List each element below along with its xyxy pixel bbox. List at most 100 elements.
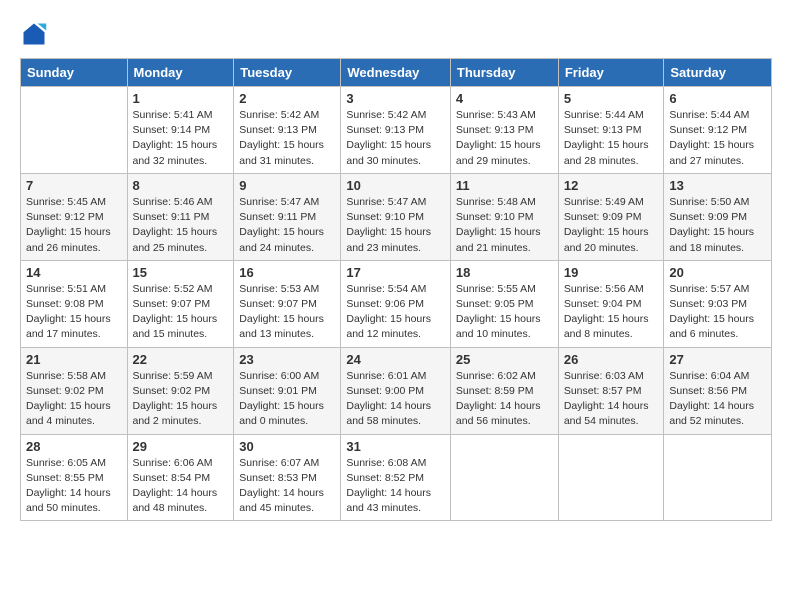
day-number: 15 <box>133 265 229 280</box>
day-number: 18 <box>456 265 553 280</box>
day-cell: 23 Sunrise: 6:00 AMSunset: 9:01 PMDayligh… <box>234 347 341 434</box>
day-number: 10 <box>346 178 445 193</box>
day-info: Sunrise: 5:47 AMSunset: 9:11 PMDaylight:… <box>239 195 335 256</box>
day-cell: 13 Sunrise: 5:50 AMSunset: 9:09 PMDayligh… <box>664 173 772 260</box>
day-cell: 28 Sunrise: 6:05 AMSunset: 8:55 PMDayligh… <box>21 434 128 521</box>
day-cell: 6Sunrise: 5:44 AMSunset: 9:12 PMDaylight… <box>664 87 772 174</box>
day-cell: 24Sunrise: 6:01 AMSunset: 9:00 PMDayligh… <box>341 347 451 434</box>
day-number: 25 <box>456 352 553 367</box>
calendar-header: SundayMondayTuesdayWednesdayThursdayFrid… <box>21 59 772 87</box>
day-info: Sunrise: 5:51 AMSunset: 9:08 PMDaylight:… <box>26 282 122 343</box>
day-cell: 27 Sunrise: 6:04 AMSunset: 8:56 PMDayligh… <box>664 347 772 434</box>
day-number: 2 <box>239 91 335 106</box>
day-info: Sunrise: 5:41 AMSunset: 9:14 PMDaylight:… <box>133 108 229 169</box>
day-cell: 11 Sunrise: 5:48 AMSunset: 9:10 PMDayligh… <box>450 173 558 260</box>
day-number: 11 <box>456 178 553 193</box>
day-number: 5 <box>564 91 659 106</box>
day-info: Sunrise: 5:47 AMSunset: 9:10 PMDaylight:… <box>346 195 445 256</box>
day-info: Sunrise: 6:00 AMSunset: 9:01 PMDaylight:… <box>239 369 335 430</box>
day-info: Sunrise: 6:01 AMSunset: 9:00 PMDaylight:… <box>346 369 445 430</box>
day-number: 3 <box>346 91 445 106</box>
day-info: Sunrise: 5:52 AMSunset: 9:07 PMDaylight:… <box>133 282 229 343</box>
day-cell: 10 Sunrise: 5:47 AMSunset: 9:10 PMDayligh… <box>341 173 451 260</box>
day-cell: 1 Sunrise: 5:41 AMSunset: 9:14 PMDaylight… <box>127 87 234 174</box>
day-cell: 4 Sunrise: 5:43 AMSunset: 9:13 PMDaylight… <box>450 87 558 174</box>
day-number: 30 <box>239 439 335 454</box>
header-cell-wednesday: Wednesday <box>341 59 451 87</box>
day-info: Sunrise: 5:45 AMSunset: 9:12 PMDaylight:… <box>26 195 122 256</box>
day-number: 4 <box>456 91 553 106</box>
day-info: Sunrise: 5:46 AMSunset: 9:11 PMDaylight:… <box>133 195 229 256</box>
week-row: 21 Sunrise: 5:58 AMSunset: 9:02 PMDayligh… <box>21 347 772 434</box>
day-info: Sunrise: 5:57 AMSunset: 9:03 PMDaylight:… <box>669 282 766 343</box>
day-info: Sunrise: 5:49 AMSunset: 9:09 PMDaylight:… <box>564 195 659 256</box>
day-number: 1 <box>133 91 229 106</box>
day-cell: 7Sunrise: 5:45 AMSunset: 9:12 PMDaylight… <box>21 173 128 260</box>
header-cell-saturday: Saturday <box>664 59 772 87</box>
day-cell: 25 Sunrise: 6:02 AMSunset: 8:59 PMDayligh… <box>450 347 558 434</box>
day-info: Sunrise: 6:03 AMSunset: 8:57 PMDaylight:… <box>564 369 659 430</box>
day-cell: 20Sunrise: 5:57 AMSunset: 9:03 PMDayligh… <box>664 260 772 347</box>
day-info: Sunrise: 5:42 AMSunset: 9:13 PMDaylight:… <box>346 108 445 169</box>
day-info: Sunrise: 5:58 AMSunset: 9:02 PMDaylight:… <box>26 369 122 430</box>
logo-icon <box>20 20 48 48</box>
header-cell-monday: Monday <box>127 59 234 87</box>
day-info: Sunrise: 5:53 AMSunset: 9:07 PMDaylight:… <box>239 282 335 343</box>
week-row: 7Sunrise: 5:45 AMSunset: 9:12 PMDaylight… <box>21 173 772 260</box>
day-number: 28 <box>26 439 122 454</box>
day-info: Sunrise: 5:43 AMSunset: 9:13 PMDaylight:… <box>456 108 553 169</box>
day-number: 31 <box>346 439 445 454</box>
day-number: 13 <box>669 178 766 193</box>
day-info: Sunrise: 5:55 AMSunset: 9:05 PMDaylight:… <box>456 282 553 343</box>
day-cell: 15 Sunrise: 5:52 AMSunset: 9:07 PMDayligh… <box>127 260 234 347</box>
day-cell: 18 Sunrise: 5:55 AMSunset: 9:05 PMDayligh… <box>450 260 558 347</box>
day-cell <box>450 434 558 521</box>
day-info: Sunrise: 6:05 AMSunset: 8:55 PMDaylight:… <box>26 456 122 517</box>
day-info: Sunrise: 6:04 AMSunset: 8:56 PMDaylight:… <box>669 369 766 430</box>
header-cell-tuesday: Tuesday <box>234 59 341 87</box>
day-cell: 8 Sunrise: 5:46 AMSunset: 9:11 PMDaylight… <box>127 173 234 260</box>
header-cell-friday: Friday <box>558 59 664 87</box>
day-info: Sunrise: 5:50 AMSunset: 9:09 PMDaylight:… <box>669 195 766 256</box>
day-number: 16 <box>239 265 335 280</box>
header-cell-thursday: Thursday <box>450 59 558 87</box>
day-cell: 29 Sunrise: 6:06 AMSunset: 8:54 PMDayligh… <box>127 434 234 521</box>
day-cell <box>558 434 664 521</box>
day-cell: 2 Sunrise: 5:42 AMSunset: 9:13 PMDaylight… <box>234 87 341 174</box>
day-number: 29 <box>133 439 229 454</box>
day-info: Sunrise: 6:02 AMSunset: 8:59 PMDaylight:… <box>456 369 553 430</box>
day-cell: 3 Sunrise: 5:42 AMSunset: 9:13 PMDaylight… <box>341 87 451 174</box>
day-number: 22 <box>133 352 229 367</box>
day-cell: 22 Sunrise: 5:59 AMSunset: 9:02 PMDayligh… <box>127 347 234 434</box>
day-info: Sunrise: 6:07 AMSunset: 8:53 PMDaylight:… <box>239 456 335 517</box>
day-cell: 21 Sunrise: 5:58 AMSunset: 9:02 PMDayligh… <box>21 347 128 434</box>
week-row: 1 Sunrise: 5:41 AMSunset: 9:14 PMDaylight… <box>21 87 772 174</box>
day-cell: 26Sunrise: 6:03 AMSunset: 8:57 PMDayligh… <box>558 347 664 434</box>
day-info: Sunrise: 5:56 AMSunset: 9:04 PMDaylight:… <box>564 282 659 343</box>
day-info: Sunrise: 5:42 AMSunset: 9:13 PMDaylight:… <box>239 108 335 169</box>
day-cell: 5Sunrise: 5:44 AMSunset: 9:13 PMDaylight… <box>558 87 664 174</box>
week-row: 28 Sunrise: 6:05 AMSunset: 8:55 PMDayligh… <box>21 434 772 521</box>
calendar: SundayMondayTuesdayWednesdayThursdayFrid… <box>20 58 772 521</box>
page-header <box>20 20 772 48</box>
day-cell: 16 Sunrise: 5:53 AMSunset: 9:07 PMDayligh… <box>234 260 341 347</box>
day-info: Sunrise: 6:06 AMSunset: 8:54 PMDaylight:… <box>133 456 229 517</box>
day-cell <box>21 87 128 174</box>
day-cell: 19 Sunrise: 5:56 AMSunset: 9:04 PMDayligh… <box>558 260 664 347</box>
header-cell-sunday: Sunday <box>21 59 128 87</box>
day-info: Sunrise: 5:59 AMSunset: 9:02 PMDaylight:… <box>133 369 229 430</box>
day-info: Sunrise: 5:48 AMSunset: 9:10 PMDaylight:… <box>456 195 553 256</box>
day-number: 23 <box>239 352 335 367</box>
day-number: 19 <box>564 265 659 280</box>
day-number: 6 <box>669 91 766 106</box>
day-cell: 30 Sunrise: 6:07 AMSunset: 8:53 PMDayligh… <box>234 434 341 521</box>
day-number: 8 <box>133 178 229 193</box>
day-cell: 12 Sunrise: 5:49 AMSunset: 9:09 PMDayligh… <box>558 173 664 260</box>
day-number: 12 <box>564 178 659 193</box>
day-number: 27 <box>669 352 766 367</box>
day-number: 21 <box>26 352 122 367</box>
day-cell: 14Sunrise: 5:51 AMSunset: 9:08 PMDayligh… <box>21 260 128 347</box>
day-cell: 17Sunrise: 5:54 AMSunset: 9:06 PMDayligh… <box>341 260 451 347</box>
day-cell: 9Sunrise: 5:47 AMSunset: 9:11 PMDaylight… <box>234 173 341 260</box>
logo <box>20 20 52 48</box>
